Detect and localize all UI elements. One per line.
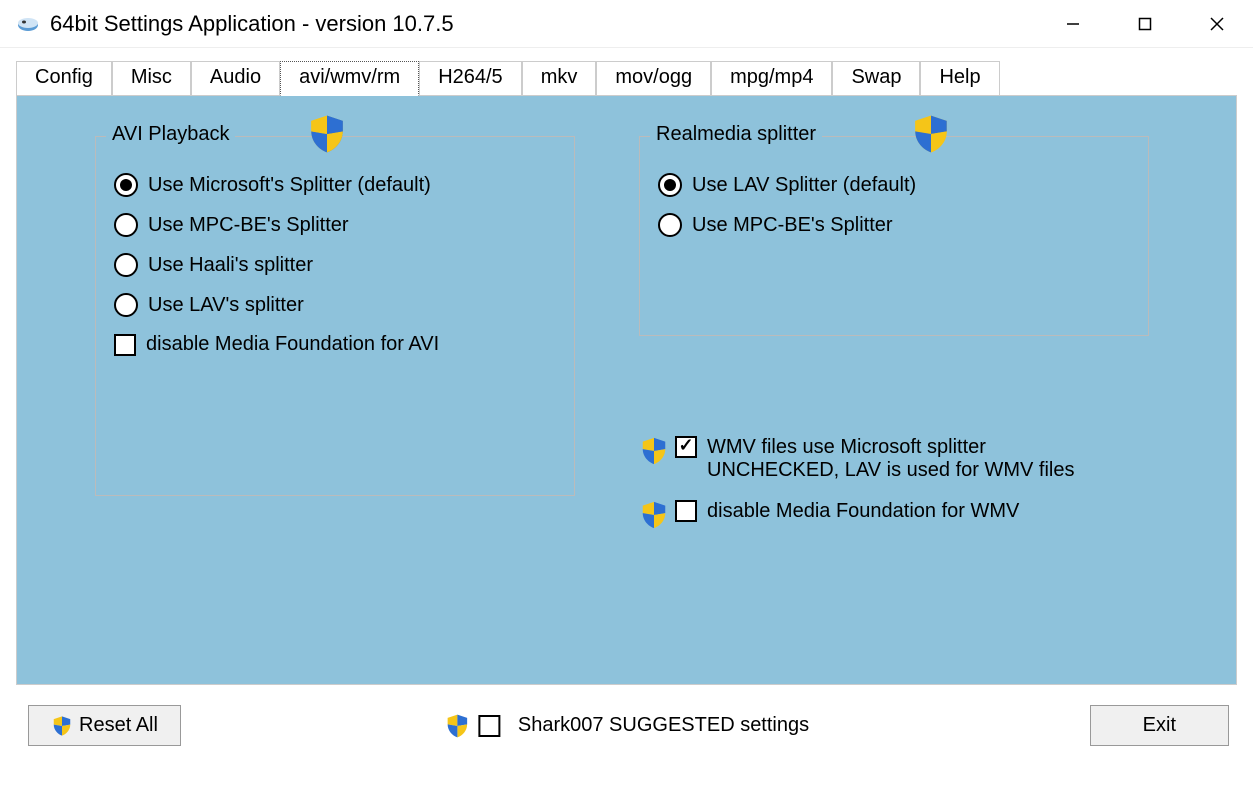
tab-config[interactable]: Config (16, 61, 112, 96)
tab-label: mov/ogg (615, 66, 692, 88)
shield-icon (444, 713, 470, 739)
radio-label: Use LAV's splitter (148, 294, 304, 317)
wmv-options: WMV files use Microsoft splitter UNCHECK… (639, 436, 1199, 548)
tab-label: mkv (541, 66, 578, 88)
radio-indicator (658, 173, 682, 197)
radio-avi-haali[interactable]: Use Haali's splitter (114, 253, 556, 277)
checkbox-indicator (675, 500, 697, 522)
reset-all-button[interactable]: Reset All (28, 705, 181, 746)
tab-audio[interactable]: Audio (191, 61, 280, 96)
groupbox-avi-playback: AVI Playback Use Microsoft's Splitter (d… (95, 136, 575, 496)
groupbox-legend: AVI Playback (106, 123, 235, 146)
checkbox-label: disable Media Foundation for AVI (146, 333, 439, 356)
radio-rm-lav[interactable]: Use LAV Splitter (default) (658, 173, 1130, 197)
radio-label: Use MPC-BE's Splitter (692, 214, 893, 237)
radio-label: Use Microsoft's Splitter (default) (148, 174, 431, 197)
button-label: Reset All (79, 714, 158, 737)
window-controls (1037, 0, 1253, 47)
checkbox-suggested-settings[interactable]: Shark007 SUGGESTED settings (444, 713, 809, 739)
tab-mov-ogg[interactable]: mov/ogg (596, 61, 711, 96)
checkbox-label: disable Media Foundation for WMV (707, 500, 1019, 523)
button-label: Exit (1143, 714, 1176, 737)
checkbox-disable-mf-wmv[interactable]: disable Media Foundation for WMV (639, 500, 1199, 530)
radio-avi-mpcbe[interactable]: Use MPC-BE's Splitter (114, 213, 556, 237)
checkbox-label: WMV files use Microsoft splitter (707, 436, 1075, 459)
radio-rm-mpcbe[interactable]: Use MPC-BE's Splitter (658, 213, 1130, 237)
checkbox-disable-mf-avi[interactable]: disable Media Foundation for AVI (114, 333, 556, 356)
tab-bar: Config Misc Audio avi/wmv/rm H264/5 mkv … (0, 48, 1253, 95)
checkbox-sublabel: UNCHECKED, LAV is used for WMV files (707, 459, 1075, 482)
checkbox-label: Shark007 SUGGESTED settings (518, 714, 809, 737)
shield-icon (910, 113, 952, 155)
radio-indicator (114, 293, 138, 317)
checkbox-indicator (478, 715, 500, 737)
checkbox-wmv-ms-splitter[interactable]: WMV files use Microsoft splitter UNCHECK… (639, 436, 1199, 482)
groupbox-realmedia: Realmedia splitter Use LAV Splitter (def… (639, 136, 1149, 336)
window-title: 64bit Settings Application - version 10.… (50, 11, 1037, 37)
checkbox-indicator (675, 436, 697, 458)
tab-help[interactable]: Help (920, 61, 999, 96)
tab-label: Swap (851, 66, 901, 88)
radio-label: Use Haali's splitter (148, 254, 313, 277)
radio-indicator (658, 213, 682, 237)
close-button[interactable] (1181, 0, 1253, 47)
shield-icon (51, 715, 73, 737)
tab-label: Help (939, 66, 980, 88)
shield-icon (639, 436, 669, 466)
radio-indicator (114, 253, 138, 277)
radio-avi-lav[interactable]: Use LAV's splitter (114, 293, 556, 317)
radio-label: Use LAV Splitter (default) (692, 174, 916, 197)
checkbox-indicator (114, 334, 136, 356)
app-icon (16, 15, 40, 33)
radio-indicator (114, 173, 138, 197)
maximize-button[interactable] (1109, 0, 1181, 47)
tab-panel-avi-wmv-rm: AVI Playback Use Microsoft's Splitter (d… (16, 95, 1237, 685)
tab-label: H264/5 (438, 66, 503, 88)
groupbox-legend: Realmedia splitter (650, 123, 822, 146)
shield-icon (639, 500, 669, 530)
tab-mkv[interactable]: mkv (522, 61, 597, 96)
shield-icon (306, 113, 348, 155)
tab-label: Misc (131, 66, 172, 88)
tab-misc[interactable]: Misc (112, 61, 191, 96)
tab-avi-wmv-rm[interactable]: avi/wmv/rm (280, 61, 419, 96)
tab-swap[interactable]: Swap (832, 61, 920, 96)
radio-indicator (114, 213, 138, 237)
tab-label: avi/wmv/rm (299, 66, 400, 88)
tab-h264[interactable]: H264/5 (419, 61, 522, 96)
footer: Reset All Shark007 SUGGESTED settings Ex… (0, 695, 1253, 756)
tab-mpg-mp4[interactable]: mpg/mp4 (711, 61, 832, 96)
radio-avi-microsoft[interactable]: Use Microsoft's Splitter (default) (114, 173, 556, 197)
titlebar: 64bit Settings Application - version 10.… (0, 0, 1253, 48)
radio-label: Use MPC-BE's Splitter (148, 214, 349, 237)
tab-label: Config (35, 66, 93, 88)
exit-button[interactable]: Exit (1090, 705, 1229, 746)
tab-label: mpg/mp4 (730, 66, 813, 88)
minimize-button[interactable] (1037, 0, 1109, 47)
tab-label: Audio (210, 66, 261, 88)
